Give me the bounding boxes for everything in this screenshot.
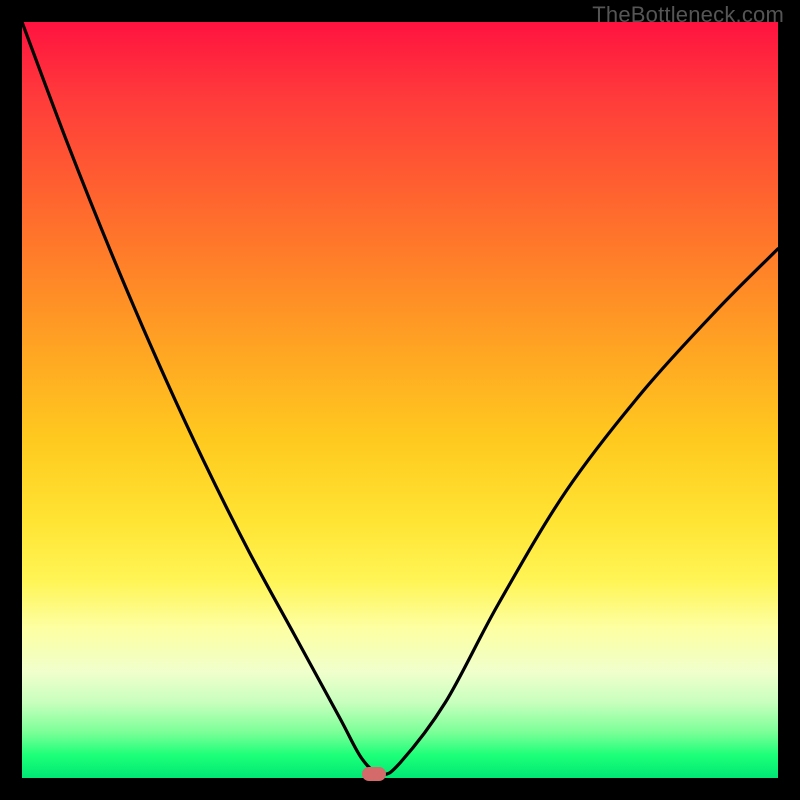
chart-frame: TheBottleneck.com	[0, 0, 800, 800]
watermark-text: TheBottleneck.com	[592, 2, 784, 28]
optimal-point-marker	[362, 767, 386, 781]
plot-gradient-background	[22, 22, 778, 778]
